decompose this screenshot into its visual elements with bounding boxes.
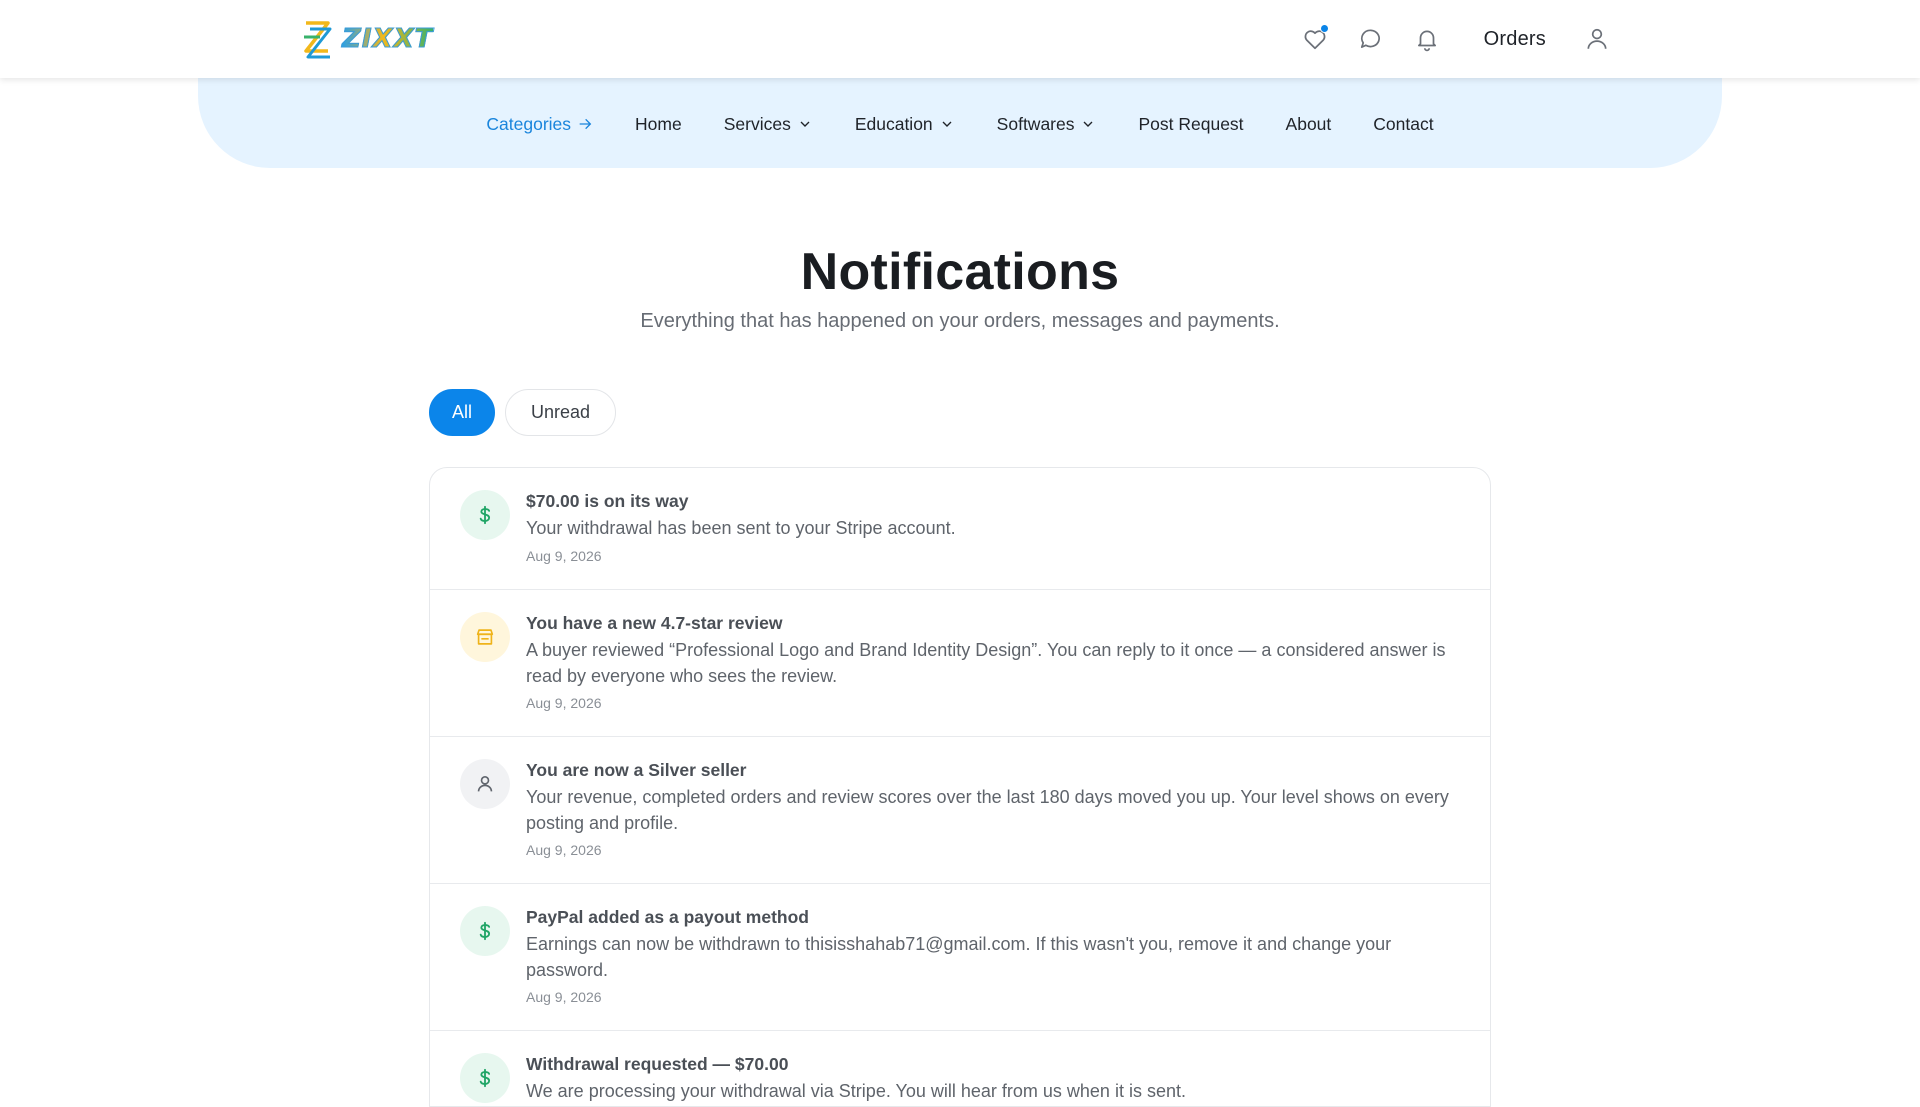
notification-item[interactable]: $70.00 is on its way Your withdrawal has… xyxy=(430,468,1490,590)
notification-body: Your withdrawal has been sent to your St… xyxy=(526,518,956,538)
nav-education[interactable]: Education xyxy=(855,114,955,135)
notification-body: We are processing your withdrawal via St… xyxy=(526,1081,1186,1101)
nav-home[interactable]: Home xyxy=(635,114,682,135)
page-subtitle: Everything that has happened on your ord… xyxy=(640,310,1280,332)
dollar-icon xyxy=(460,490,510,540)
orders-link[interactable]: Orders xyxy=(1484,28,1546,51)
notification-body: Your revenue, completed orders and revie… xyxy=(526,787,1449,833)
nav-services[interactable]: Services xyxy=(724,114,813,135)
nav-post-request-label: Post Request xyxy=(1138,113,1244,134)
notification-title: You have a new 4.7-star review xyxy=(526,613,783,633)
logo-mark-icon xyxy=(304,21,332,59)
notification-item[interactable]: PayPal added as a payout method Earnings… xyxy=(430,884,1490,1031)
nav-categories-label: Categories xyxy=(486,113,572,134)
storefront-icon xyxy=(460,612,510,662)
notification-date: Aug 9, 2026 xyxy=(526,842,602,858)
filter-unread[interactable]: Unread xyxy=(505,389,617,436)
nav-about-label: About xyxy=(1285,113,1332,134)
nav-education-label: Education xyxy=(854,113,933,134)
notification-date: Aug 9, 2026 xyxy=(526,547,602,564)
top-header: ZIXXT Orders xyxy=(0,0,1920,78)
notification-date: Aug 9, 2026 xyxy=(526,989,602,1005)
chevron-down-icon xyxy=(1084,121,1093,127)
nav-services-label: Services xyxy=(723,113,791,134)
page-title: Notifications xyxy=(800,243,1120,301)
notifications-list: $70.00 is on its way Your withdrawal has… xyxy=(429,467,1491,1107)
notification-title: You are now a Silver seller xyxy=(526,760,747,780)
filter-all[interactable]: All xyxy=(429,389,496,436)
nav-home-label: Home xyxy=(635,113,682,134)
user-icon xyxy=(460,759,510,809)
chevron-down-icon xyxy=(942,121,952,127)
notification-title: PayPal added as a payout method xyxy=(526,907,809,927)
notification-title: $70.00 is on its way xyxy=(526,491,689,511)
dollar-icon xyxy=(460,1053,510,1103)
notification-date: Aug 9, 2026 xyxy=(526,695,602,711)
nav-post-request[interactable]: Post Request xyxy=(1138,114,1243,135)
bell-icon xyxy=(1417,30,1436,52)
favorites-notification-dot xyxy=(1319,24,1329,33)
favorites-button[interactable] xyxy=(1300,24,1330,54)
logo-wordmark: ZIXXT xyxy=(341,24,434,55)
chevron-down-icon xyxy=(800,121,810,127)
notification-body: A buyer reviewed “Professional Logo and … xyxy=(526,640,1446,686)
brand-logo[interactable]: ZIXXT xyxy=(300,14,433,64)
nav-about[interactable]: About xyxy=(1286,114,1332,135)
nav-contact[interactable]: Contact xyxy=(1373,114,1433,135)
nav-categories[interactable]: Categories xyxy=(486,114,593,135)
notification-title: Withdrawal requested — $70.00 xyxy=(526,1054,789,1074)
notification-item[interactable]: Withdrawal requested — $70.00 We are pro… xyxy=(430,1031,1490,1106)
nav-softwares-label: Softwares xyxy=(996,113,1075,134)
account-button[interactable] xyxy=(1582,24,1612,54)
chat-icon xyxy=(1360,29,1380,48)
notification-item[interactable]: You have a new 4.7-star review A buyer r… xyxy=(430,590,1490,737)
notification-body: Earnings can now be withdrawn to thisiss… xyxy=(526,934,1392,980)
notification-item[interactable]: You are now a Silver seller Your revenue… xyxy=(430,737,1490,884)
nav-softwares[interactable]: Softwares xyxy=(997,114,1097,135)
dollar-icon xyxy=(460,906,510,956)
header-actions: Orders xyxy=(1300,0,1612,78)
notifications-button[interactable] xyxy=(1412,24,1442,54)
messages-button[interactable] xyxy=(1356,24,1386,54)
notification-filters: All Unread xyxy=(429,389,617,436)
arrow-right-icon xyxy=(579,118,592,130)
nav-contact-label: Contact xyxy=(1373,113,1434,134)
user-icon xyxy=(1587,28,1607,49)
